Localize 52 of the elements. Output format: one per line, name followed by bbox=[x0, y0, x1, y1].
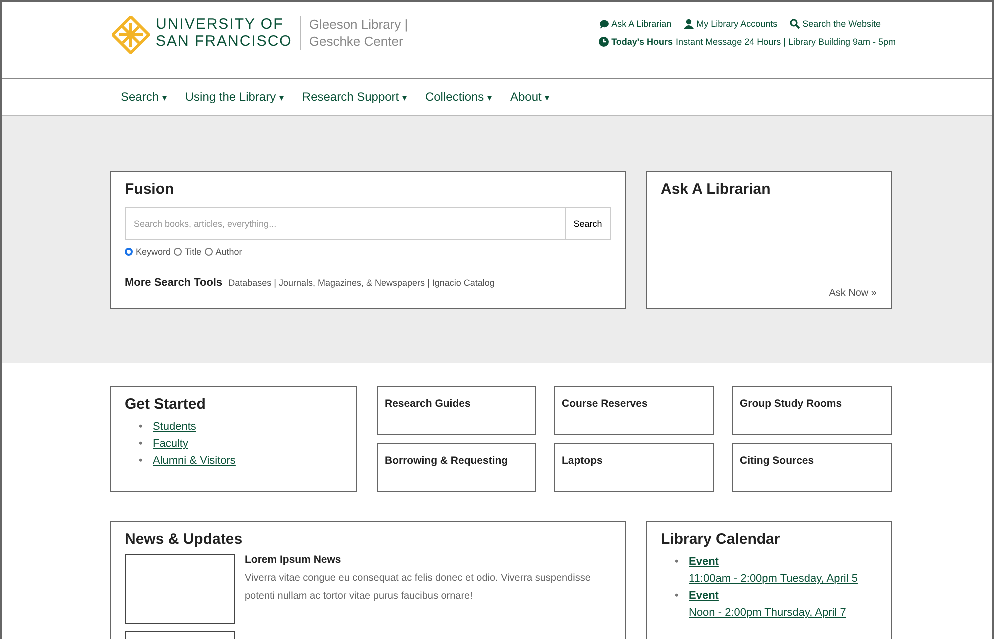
quick-link-tile[interactable]: Research Guides bbox=[377, 386, 536, 435]
news-summary: Viverra vitae congue eu consequat ac felis donec et odio. Viverra suspendisse potenti nullam ac tortor vitae purus faucibus ornare! bbox=[245, 572, 592, 604]
bullet: • bbox=[139, 420, 144, 435]
bullet: • bbox=[139, 437, 144, 452]
nav-menu-item[interactable]: Collections ▾ bbox=[425, 90, 492, 104]
search-type-radio[interactable]: Keyword bbox=[125, 247, 172, 257]
news-title[interactable]: Lorem Ipsum News bbox=[245, 554, 342, 566]
search-field[interactable]: Search books, articles, everything... bbox=[125, 207, 566, 240]
hours-text: Instant Message 24 Hours | Library Building 9am - 5pm bbox=[676, 37, 896, 47]
card-title: Library Calendar bbox=[661, 531, 782, 548]
nav-menu-item[interactable]: Using the Library ▾ bbox=[185, 90, 284, 104]
bullet: • bbox=[675, 555, 680, 570]
library-name: Gleeson Library | bbox=[309, 16, 408, 33]
nav-menu-item[interactable]: Research Support ▾ bbox=[302, 90, 408, 104]
search-type-radio[interactable]: Title bbox=[174, 247, 202, 257]
utility-link[interactable]: My Library Accounts bbox=[684, 19, 778, 29]
nav-menu-item[interactable]: Search ▾ bbox=[121, 90, 168, 104]
library-name: Geschke Center bbox=[309, 33, 404, 50]
search-button[interactable]: Search bbox=[566, 207, 611, 240]
chat-bubble-icon bbox=[598, 20, 609, 28]
event-link[interactable]: Event bbox=[689, 554, 719, 571]
user-icon bbox=[684, 19, 694, 29]
card-title: Get Started bbox=[125, 396, 207, 413]
card-title: News & Updates bbox=[125, 531, 244, 548]
bullet: • bbox=[139, 454, 144, 469]
more-tools-label: More Search Tools bbox=[125, 277, 223, 289]
quick-link-tile[interactable]: Borrowing & Requesting bbox=[377, 443, 536, 492]
event-link[interactable]: Event bbox=[689, 588, 719, 605]
search-type-radio[interactable]: Author bbox=[204, 247, 242, 257]
search-icon bbox=[790, 19, 800, 29]
card-title: Fusion bbox=[125, 181, 176, 198]
event-time-link[interactable]: 11:00am - 2:00pm Tuesday, April 5 bbox=[689, 571, 858, 588]
quick-link-tile[interactable]: Citing Sources bbox=[732, 443, 892, 492]
university-name: UNIVERSITY OF bbox=[156, 16, 285, 33]
quick-link-tile[interactable]: Laptops bbox=[554, 443, 714, 492]
audience-link[interactable]: Students bbox=[153, 419, 196, 436]
event-time-link[interactable]: Noon - 2:00pm Thursday, April 7 bbox=[689, 605, 846, 622]
hours-label: Today's Hours bbox=[612, 37, 674, 47]
audience-link[interactable]: Faculty bbox=[153, 436, 188, 453]
bullet: • bbox=[675, 589, 680, 604]
search-tools-links[interactable]: Databases | Journals, Magazines, & Newspapers | Ignacio Catalog bbox=[228, 278, 495, 288]
quick-link-tile[interactable]: Group Study Rooms bbox=[732, 386, 892, 435]
cross-star-logo-icon bbox=[112, 16, 150, 54]
ask-now-link[interactable]: Ask Now » bbox=[829, 288, 877, 299]
utility-link[interactable]: Search the Website bbox=[790, 19, 882, 29]
clock-icon bbox=[598, 37, 609, 47]
nav-menu-item[interactable]: About ▾ bbox=[510, 90, 550, 104]
card-title: Ask A Librarian bbox=[661, 181, 771, 198]
audience-link[interactable]: Alumni & Visitors bbox=[153, 453, 236, 470]
quick-link-tile[interactable]: Course Reserves bbox=[554, 386, 714, 435]
utility-link[interactable]: Ask A Librarian bbox=[598, 19, 672, 29]
university-name: SAN FRANCISCO bbox=[156, 33, 292, 50]
